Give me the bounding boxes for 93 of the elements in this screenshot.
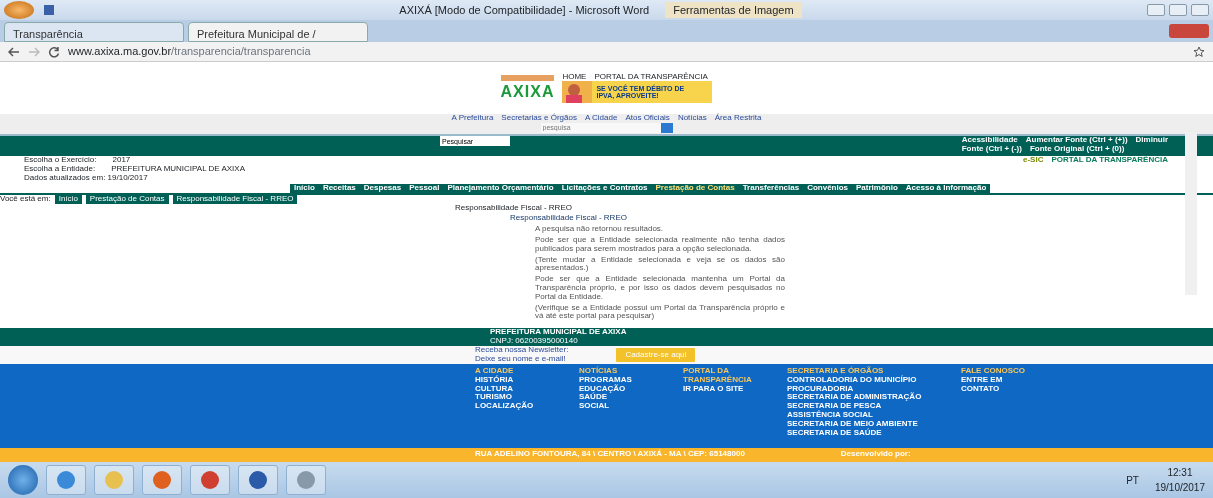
forward-icon[interactable] bbox=[28, 45, 40, 58]
filter-label: Escolha a Entidade: bbox=[24, 164, 96, 174]
filter-select[interactable]: PREFEITURA MUNICIPAL DE AXIXA bbox=[111, 164, 245, 174]
menu-item[interactable]: Receitas bbox=[322, 184, 356, 193]
taskbar-button[interactable] bbox=[142, 465, 182, 495]
footer-link[interactable]: SECRETARIA DE ADMINISTRAÇÃO bbox=[787, 393, 937, 403]
breadcrumb-link[interactable]: Início bbox=[54, 194, 82, 204]
context-tab[interactable]: Ferramentas de Imagem bbox=[665, 1, 802, 19]
message-text: (Tente mudar a Entidade selecionada e veja se os dados são apresentados.) bbox=[535, 255, 785, 274]
nav-link[interactable]: Área Restrita bbox=[714, 114, 762, 123]
footer-link[interactable]: ASSISTÊNCIA SOCIAL bbox=[787, 411, 937, 420]
page-title: Responsabilidade Fiscal - RREO bbox=[455, 203, 573, 213]
menu-item[interactable]: Prestação de Contas bbox=[655, 184, 735, 193]
clock-time: 12:31 bbox=[1166, 466, 1194, 480]
filter-label: Escolha o Exercício: bbox=[24, 156, 97, 165]
header-tab[interactable]: HOME bbox=[562, 72, 587, 82]
footer-link[interactable]: ENTRE EM CONTATO bbox=[961, 375, 1041, 394]
footer-link[interactable]: LOCALIZAÇÃO bbox=[475, 402, 555, 411]
result-title: Responsabilidade Fiscal - RREO bbox=[510, 214, 628, 224]
star-icon[interactable] bbox=[1193, 45, 1205, 58]
footer-heading: NOTÍCIAS bbox=[579, 367, 619, 376]
browser-tab[interactable]: Prefeitura Municipal de / bbox=[188, 22, 368, 42]
nav-link[interactable]: Notícias bbox=[677, 114, 707, 123]
menu-item[interactable]: Convênios bbox=[807, 184, 849, 193]
toolbar-link[interactable]: Fonte Original (Ctrl + (0)) bbox=[1029, 144, 1125, 154]
browser-tab[interactable]: Transparência bbox=[4, 22, 184, 42]
footer-heading: A CIDADE bbox=[475, 367, 515, 375]
message-text: (Verifique se a Entidade possui um Portal da Transparência próprio e vá até este portal para pesquisar) bbox=[535, 303, 785, 322]
search-button[interactable] bbox=[660, 122, 673, 133]
taskbar-button[interactable] bbox=[46, 465, 86, 495]
footer-link[interactable]: EDUCAÇÃO bbox=[579, 384, 659, 394]
menu-item[interactable]: Licitações e Contratos bbox=[561, 184, 648, 193]
toolbar-link[interactable]: Fonte (Ctrl + (-)) bbox=[961, 144, 1022, 154]
message-text: Pode ser que a Entidade selecionada mantenha um Portal da Transparência próprio, e por isso os dados devem pesquisados no Portal da Entidade. bbox=[535, 275, 785, 302]
address-field[interactable]: www.axixa.ma.gov.br/transparencia/transparencia bbox=[68, 43, 311, 60]
footer-link[interactable]: CULTURA bbox=[475, 384, 555, 394]
menu-item[interactable]: Início bbox=[294, 184, 315, 193]
footer-link[interactable]: SAÚDE bbox=[579, 393, 659, 403]
nav-link[interactable]: Secretarias e Órgãos bbox=[501, 114, 577, 123]
credit-text: Desenvolvido por: bbox=[840, 450, 911, 460]
minimize-button[interactable] bbox=[1147, 4, 1165, 16]
filter-select[interactable]: 2017 bbox=[112, 156, 131, 165]
newsletter-text: Deixe seu nome e e-mail! bbox=[475, 355, 567, 364]
clock-date: 19/10/2017 bbox=[1154, 481, 1205, 495]
start-button[interactable] bbox=[8, 465, 38, 495]
logo: AXIXA bbox=[500, 75, 555, 101]
toolbar-link[interactable]: Acessibilidade bbox=[961, 136, 1018, 145]
nav-link[interactable]: A Cidade bbox=[584, 114, 618, 123]
update-date: Dados atualizados em: 19/10/2017 bbox=[24, 173, 149, 183]
footer-link[interactable]: SECRETARIA DE SAÚDE bbox=[787, 428, 937, 438]
menu-item[interactable]: Patrimônio bbox=[856, 184, 898, 193]
footer-link[interactable]: SECRETARIA DE PESCA bbox=[787, 402, 937, 411]
menu-item[interactable]: Pessoal bbox=[409, 184, 440, 193]
footer-link[interactable]: PROGRAMAS bbox=[579, 375, 659, 385]
menu-item[interactable]: Acesso à Informação bbox=[905, 184, 987, 193]
menu-item[interactable]: Transferências bbox=[742, 184, 800, 193]
nav-link[interactable]: A Prefeitura bbox=[451, 114, 494, 123]
footer-link[interactable]: IR PARA O SITE bbox=[683, 384, 763, 394]
reload-icon[interactable] bbox=[48, 45, 60, 58]
breadcrumb-link[interactable]: Prestação de Contas bbox=[85, 194, 169, 204]
breadcrumb-link[interactable]: Responsabilidade Fiscal - RREO bbox=[172, 194, 298, 204]
taskbar-button[interactable] bbox=[190, 465, 230, 495]
close-button[interactable] bbox=[1191, 4, 1209, 16]
menu-item[interactable]: Despesas bbox=[363, 184, 402, 193]
footer-address: RUA ADELINO FONTOURA, 84 \ CENTRO \ AXIXÁ - MA \ CEP: 65148000 bbox=[475, 450, 745, 460]
footer-link[interactable]: HISTÓRIA bbox=[475, 375, 555, 385]
header-tab[interactable]: PORTAL DA TRANSPARÊNCIA bbox=[594, 72, 708, 82]
back-icon[interactable] bbox=[8, 45, 20, 58]
esic-badge[interactable]: e-SIC bbox=[1022, 156, 1044, 165]
breadcrumb-label: Você está em: bbox=[0, 194, 51, 204]
taskbar-button[interactable] bbox=[238, 465, 278, 495]
footer-heading: FALE CONOSCO bbox=[961, 367, 1026, 376]
message-text: A pesquisa não retornou resultados. bbox=[535, 225, 665, 234]
newsletter-text: Receba nossa Newsletter: bbox=[475, 346, 569, 355]
footer-heading: SECRETARIA E ÓRGÃOS bbox=[787, 367, 885, 375]
menu-item[interactable]: Planejamento Orçamentário bbox=[447, 184, 554, 193]
footer-link[interactable]: CONTROLADORIA DO MUNICÍPIO bbox=[787, 375, 937, 385]
footer-link[interactable]: SOCIAL bbox=[579, 402, 659, 411]
toolbar-link[interactable]: Diminuir bbox=[1135, 136, 1168, 145]
cnpj-text: CNPJ: 06200395000140 bbox=[490, 336, 579, 346]
toolbar-link[interactable]: Aumentar Fonte (Ctrl + (+)) bbox=[1025, 136, 1128, 145]
scrollbar[interactable] bbox=[1185, 132, 1197, 295]
footer-title: PREFEITURA MUNICIPAL DE AXIXA bbox=[490, 328, 628, 337]
taskbar-button[interactable] bbox=[286, 465, 326, 495]
transparency-badge[interactable]: PORTAL DA TRANSPARÊNCIA bbox=[1051, 156, 1168, 165]
nav-link[interactable]: Atos Oficiais bbox=[625, 114, 670, 123]
footer-heading: PORTAL DA TRANSPARÊNCIA bbox=[683, 367, 753, 385]
restore-button[interactable] bbox=[1169, 4, 1187, 16]
footer-link[interactable]: SECRETARIA DE MEIO AMBIENTE bbox=[787, 419, 937, 429]
window-title: AXIXÁ [Modo de Compatibilidade] - Microsoft Word bbox=[399, 2, 650, 18]
language-indicator[interactable]: PT bbox=[1126, 472, 1139, 488]
message-text: Pode ser que a Entidade selecionada realmente não tenha dados publicados para serem mostrados para a opção selecionada. bbox=[535, 236, 785, 254]
clock[interactable]: 12:31 19/10/2017 bbox=[1154, 465, 1205, 495]
